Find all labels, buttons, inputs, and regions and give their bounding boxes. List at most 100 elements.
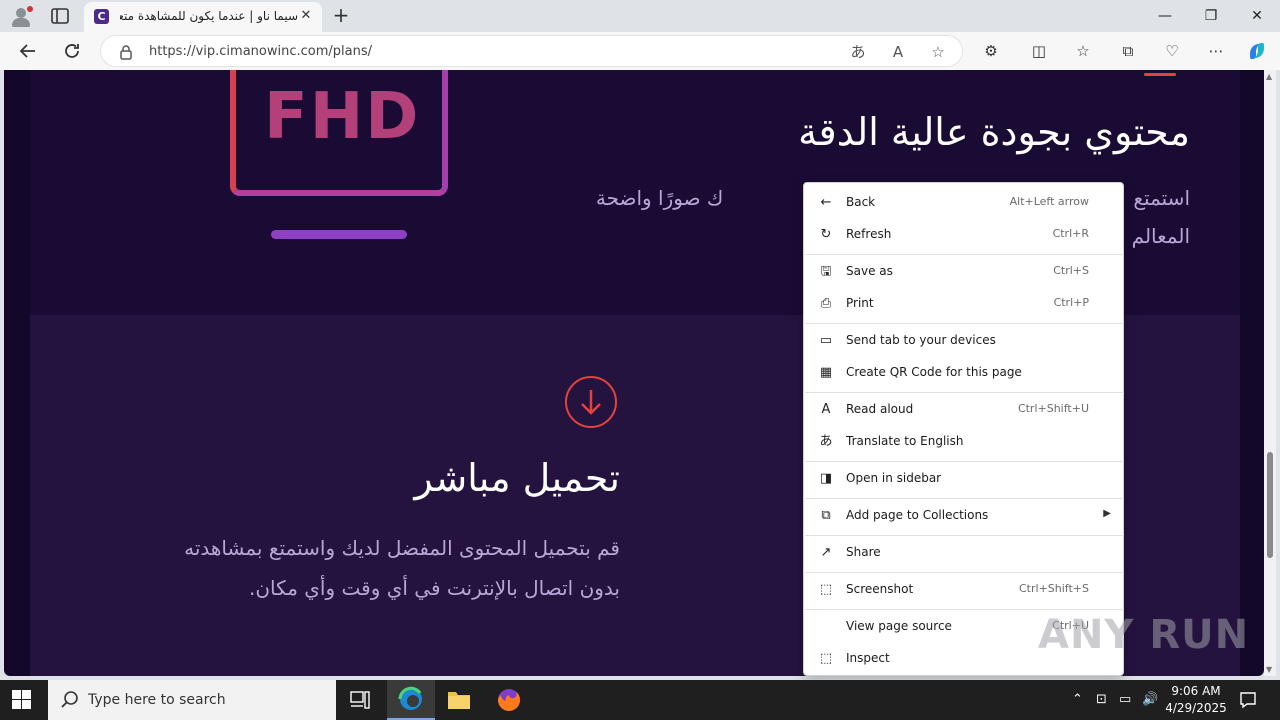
windows-start-icon[interactable] <box>12 690 32 710</box>
read-aloud-icon: A <box>821 402 831 417</box>
quality-text-start: استمتع <box>1133 186 1190 210</box>
print-icon: ⎙ <box>820 296 832 311</box>
menu-item-label: Refresh <box>846 227 892 241</box>
search-placeholder: Type here to search <box>88 692 226 708</box>
active-tab[interactable]: C سيما ناو | عندما يكون للمشاهدة متعة ✕ <box>84 2 322 32</box>
refresh-icon: ↻ <box>820 227 832 242</box>
lock-icon[interactable] <box>119 44 133 60</box>
scroll-up-icon[interactable]: ▲ <box>1266 72 1272 81</box>
menu-item-back[interactable]: ← Back Alt+Left arrow <box>804 188 1123 218</box>
maximize-button[interactable]: ❐ <box>1188 0 1234 32</box>
menu-separator <box>805 535 1124 536</box>
quality-text-end: ك صورًا واضحة <box>595 186 724 210</box>
menu-item-translate[interactable]: あ Translate to English <box>804 427 1123 457</box>
favorite-icon[interactable]: ☆ <box>927 41 949 63</box>
menu-item-refresh[interactable]: ↻ Refresh Ctrl+R <box>804 220 1123 250</box>
scroll-down-icon[interactable]: ▼ <box>1266 665 1272 674</box>
quality-text-line2: المعالم <box>1131 224 1190 248</box>
back-icon[interactable] <box>13 36 43 66</box>
tab-actions-icon[interactable] <box>50 7 70 25</box>
devices-icon: ▭ <box>819 333 833 348</box>
collections-icon: ⧉ <box>821 508 831 523</box>
menu-separator <box>805 461 1124 462</box>
menu-item-label: Share <box>846 545 881 559</box>
browser-toolbar: https://vip.cimanowinc.com/plans/ あ A ☆ … <box>0 32 1280 70</box>
menu-item-read-aloud[interactable]: A Read aloud Ctrl+Shift+U <box>804 395 1123 425</box>
download-icon <box>565 376 617 428</box>
download-heading: تحميل مباشر <box>414 456 620 500</box>
browser-essentials-icon[interactable]: ♡ <box>1161 40 1183 62</box>
menu-separator <box>805 609 1124 610</box>
split-screen-icon[interactable]: ◫ <box>1028 40 1050 62</box>
menu-separator <box>805 572 1124 573</box>
back-arrow-icon: ← <box>820 195 832 210</box>
menu-separator <box>805 254 1124 255</box>
profile-icon[interactable] <box>10 6 33 28</box>
monitor-stand <box>271 230 407 239</box>
refresh-icon[interactable] <box>57 36 87 66</box>
tab-strip: C سيما ناو | عندما يكون للمشاهدة متعة ✕ … <box>0 0 1280 32</box>
url-text[interactable]: https://vip.cimanowinc.com/plans/ <box>149 44 372 59</box>
menu-item-label: Save as <box>846 264 893 278</box>
read-aloud-icon[interactable]: A <box>887 41 909 63</box>
network-status-icon[interactable]: ⊡ <box>1096 692 1107 707</box>
menu-item-qr-code[interactable]: ▦ Create QR Code for this page <box>804 358 1123 388</box>
firefox-icon[interactable] <box>485 680 533 720</box>
menu-item-send-tab[interactable]: ▭ Send tab to your devices <box>804 326 1123 356</box>
translate-icon[interactable]: あ <box>847 41 869 63</box>
more-icon[interactable]: ⋯ <box>1205 40 1227 62</box>
copilot-icon[interactable] <box>1246 40 1268 62</box>
tray-chevron-icon[interactable]: ⌃ <box>1072 692 1083 707</box>
sidebar-icon: ◨ <box>819 471 833 486</box>
accent-line <box>1144 73 1176 76</box>
taskbar: Type here to search ⌃ ⊡ ▭ 🔊 9:06 AM 4/29… <box>0 680 1280 720</box>
menu-item-label: Screenshot <box>846 582 914 596</box>
page-scrollbar[interactable]: ▲ ▼ <box>1264 70 1276 676</box>
menu-item-add-collections[interactable]: ⧉ Add page to Collections ▶ <box>804 501 1123 531</box>
search-icon <box>60 690 80 710</box>
menu-item-shortcut: Ctrl+Shift+S <box>1019 582 1089 595</box>
menu-item-screenshot[interactable]: ⬚ Screenshot Ctrl+Shift+S <box>804 575 1123 605</box>
site-favicon-icon: C <box>94 9 109 24</box>
menu-item-open-sidebar[interactable]: ◨ Open in sidebar <box>804 464 1123 494</box>
menu-separator <box>805 323 1124 324</box>
submenu-arrow-icon: ▶ <box>1103 508 1111 519</box>
taskbar-search[interactable]: Type here to search <box>48 680 336 720</box>
collections-icon[interactable]: ⧉ <box>1117 40 1139 62</box>
new-tab-button[interactable]: + <box>330 4 352 26</box>
menu-item-label: Add page to Collections <box>846 508 989 522</box>
file-explorer-icon[interactable] <box>435 680 483 720</box>
anyrun-watermark: ANY RUN <box>1038 612 1250 658</box>
menu-item-share[interactable]: ↗ Share <box>804 538 1123 568</box>
notification-icon[interactable] <box>1238 690 1258 710</box>
clock-time: 9:06 AM <box>1171 684 1221 698</box>
edge-taskbar-icon[interactable] <box>387 680 435 720</box>
share-icon: ↗ <box>820 545 832 560</box>
translate-icon: あ <box>819 434 833 449</box>
menu-item-label: Create QR Code for this page <box>846 365 1022 379</box>
scroll-thumb[interactable] <box>1267 452 1273 558</box>
favorites-icon[interactable]: ☆ <box>1072 40 1094 62</box>
clock-date: 4/29/2025 <box>1165 701 1227 715</box>
menu-item-shortcut: Ctrl+P <box>1053 296 1089 309</box>
minimize-button[interactable]: — <box>1142 0 1188 32</box>
tab-close-icon[interactable]: ✕ <box>298 8 314 24</box>
address-bar[interactable]: https://vip.cimanowinc.com/plans/ あ A ☆ <box>100 35 963 67</box>
menu-item-shortcut: Ctrl+S <box>1053 264 1089 277</box>
menu-item-label: Translate to English <box>846 434 964 448</box>
qr-code-icon: ▦ <box>819 365 833 380</box>
close-window-button[interactable]: ✕ <box>1234 0 1280 32</box>
task-view-icon[interactable] <box>336 680 384 720</box>
menu-item-label: Print <box>846 296 874 310</box>
menu-item-save-as[interactable]: 🖫 Save as Ctrl+S <box>804 257 1123 287</box>
network-icon[interactable]: ▭ <box>1119 692 1131 707</box>
taskbar-clock[interactable]: 9:06 AM 4/29/2025 <box>1160 683 1232 717</box>
download-text-line1: قم بتحميل المحتوى المفضل لديك واستمتع بم… <box>184 536 620 560</box>
tab-title: سيما ناو | عندما يكون للمشاهدة متعة <box>120 9 298 23</box>
menu-item-label: Send tab to your devices <box>846 333 996 347</box>
menu-item-label: Back <box>846 195 876 209</box>
menu-item-print[interactable]: ⎙ Print Ctrl+P <box>804 289 1123 319</box>
volume-icon[interactable]: 🔊 <box>1142 692 1158 707</box>
inspect-icon: ⬚ <box>819 651 833 666</box>
extensions-icon[interactable]: ⚙ <box>980 40 1002 62</box>
